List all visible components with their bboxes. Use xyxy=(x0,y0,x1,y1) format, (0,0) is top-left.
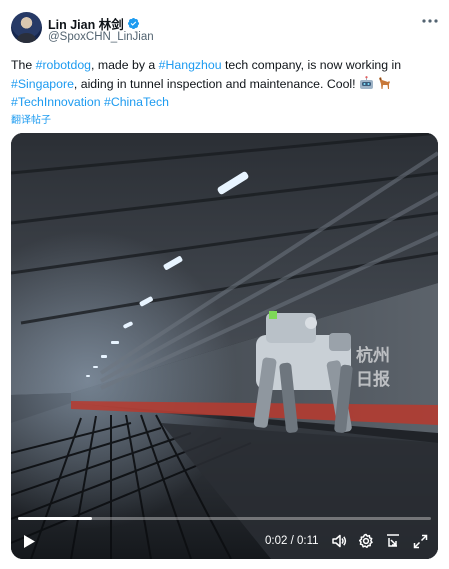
avatar[interactable] xyxy=(11,12,42,43)
video-progress-bar[interactable] xyxy=(18,517,431,520)
verified-badge-icon xyxy=(127,17,139,30)
video-frame: 杭州 日报 xyxy=(11,133,438,559)
tweet-text-segment: tech company, is now working in xyxy=(221,58,402,72)
video-time-total: 0:11 xyxy=(296,535,319,547)
tweet-text: The #robotdog, made by a #Hangzhou tech … xyxy=(11,56,439,112)
video-progress-fill xyxy=(18,517,93,520)
robot-emoji-icon xyxy=(359,75,373,89)
video-watermark-line2: 日报 xyxy=(356,369,390,390)
tweet-text-segment: The xyxy=(11,58,36,72)
picture-in-picture-icon xyxy=(387,534,399,547)
volume-icon xyxy=(332,534,347,548)
video-time: 0:02 / 0:11 xyxy=(265,535,319,547)
play-icon xyxy=(24,534,35,548)
video-player[interactable]: 杭州 日报 0:02 / 0:11 xyxy=(11,133,438,559)
hashtag-robotdog[interactable]: #robotdog xyxy=(36,58,91,72)
author-handle[interactable]: @SpoxCHN_LinJian xyxy=(48,31,154,43)
hashtag-singapore[interactable]: #Singapore xyxy=(11,77,74,91)
fullscreen-icon xyxy=(413,534,427,548)
fullscreen-button[interactable] xyxy=(411,531,429,551)
play-button[interactable] xyxy=(20,531,38,551)
tweet-text-segment: , made by a xyxy=(91,58,159,72)
video-time-current: 0:02 xyxy=(265,535,288,547)
hashtag-hangzhou[interactable]: #Hangzhou xyxy=(159,58,222,72)
tweet-text-segment: , aiding in tunnel inspection and mainte… xyxy=(73,76,359,91)
video-watermark-line1: 杭州 xyxy=(356,345,390,366)
hashtag-chinatech[interactable]: #ChinaTech xyxy=(104,95,169,109)
more-dots-icon[interactable] xyxy=(420,14,440,28)
dog-emoji-icon xyxy=(379,76,391,89)
settings-button[interactable] xyxy=(357,531,375,551)
volume-button[interactable] xyxy=(330,531,348,551)
settings-gear-icon xyxy=(358,533,373,549)
hashtag-techinnovation[interactable]: #TechInnovation xyxy=(11,95,101,109)
picture-in-picture-button[interactable] xyxy=(384,531,402,551)
translate-post-link[interactable]: 翻译帖子 xyxy=(11,111,51,126)
tweet-card: Lin Jian 林剑 @SpoxCHN_LinJian The #robotd… xyxy=(0,0,449,569)
